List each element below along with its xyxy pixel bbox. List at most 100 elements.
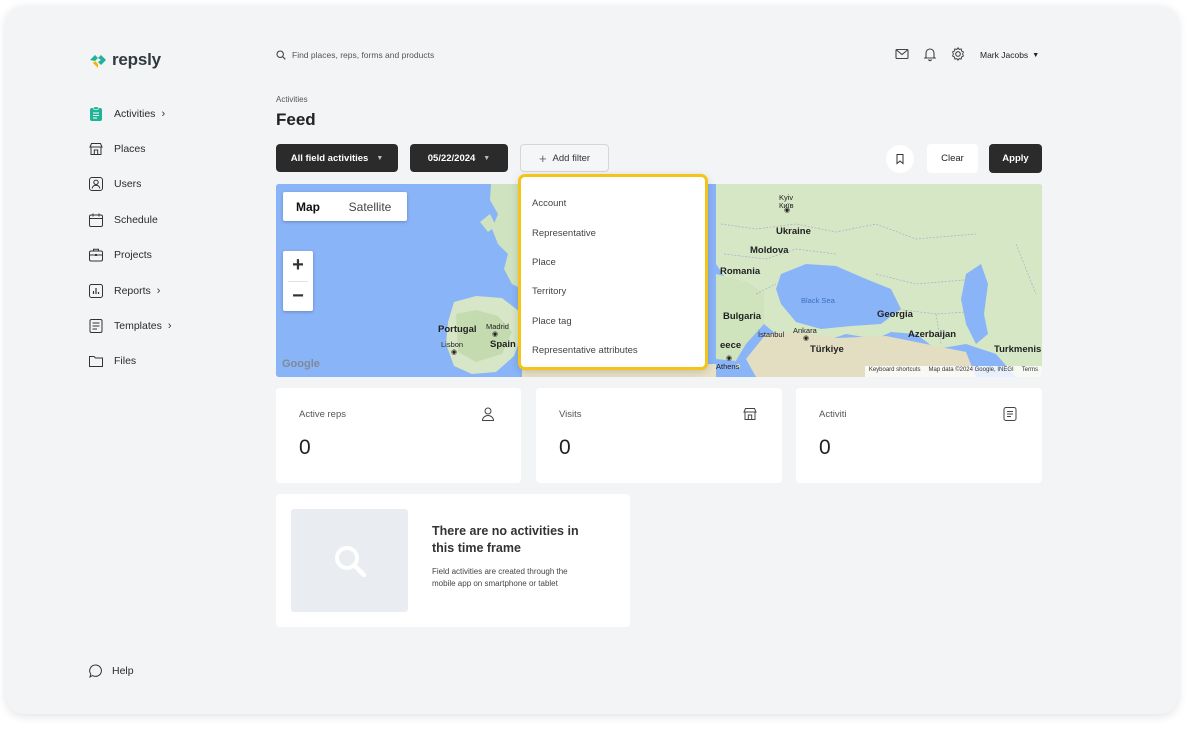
sidebar-item-templates[interactable]: Templates › bbox=[88, 308, 258, 343]
page-title: Feed bbox=[276, 110, 316, 130]
map-dot-lisbon: ◉ bbox=[451, 348, 457, 356]
sidebar-item-activities[interactable]: Activities › bbox=[88, 96, 258, 131]
help-link[interactable]: Help bbox=[88, 663, 134, 679]
sidebar-item-users[interactable]: Users bbox=[88, 167, 258, 202]
stat-label: Activiti bbox=[819, 409, 846, 420]
mail-icon[interactable] bbox=[894, 46, 910, 62]
satellite-tab[interactable]: Satellite bbox=[333, 192, 407, 221]
sidebar-nav: Activities › Places Users Schedule Pro bbox=[88, 96, 258, 379]
folder-icon bbox=[88, 353, 104, 369]
bell-icon[interactable] bbox=[922, 46, 938, 62]
map-label-bulgaria: Bulgaria bbox=[723, 311, 761, 322]
stat-card-active-reps: Active reps 0 bbox=[276, 388, 521, 483]
caret-down-icon: ▼ bbox=[483, 155, 490, 162]
chat-icon bbox=[88, 663, 104, 679]
filter-option-place[interactable]: Place bbox=[521, 248, 705, 277]
map-type-toggle: Map Satellite bbox=[283, 192, 407, 221]
app-window: repsly Find places, reps, forms and prod… bbox=[6, 6, 1178, 714]
add-filter-button[interactable]: + Add filter bbox=[520, 144, 609, 172]
sidebar-item-places[interactable]: Places bbox=[88, 131, 258, 166]
stat-label: Active reps bbox=[299, 409, 346, 420]
filter-option-place-tag[interactable]: Place tag bbox=[521, 307, 705, 336]
map-label-athens: Athens bbox=[716, 362, 739, 371]
empty-state-illustration bbox=[291, 509, 408, 612]
date-value: 05/22/2024 bbox=[428, 153, 476, 164]
filter-option-representative[interactable]: Representative bbox=[521, 218, 705, 247]
sidebar-item-label: Activities bbox=[114, 108, 155, 120]
user-menu[interactable]: Mark Jacobs ▼ bbox=[980, 50, 1039, 60]
store-icon bbox=[88, 141, 104, 157]
global-search[interactable]: Find places, reps, forms and products bbox=[276, 50, 434, 60]
magnifier-icon bbox=[330, 541, 370, 581]
chevron-right-icon: › bbox=[161, 108, 165, 120]
zoom-controls: + − bbox=[283, 251, 313, 311]
template-icon bbox=[88, 318, 104, 334]
clipboard-icon bbox=[88, 106, 104, 122]
stat-card-visits: Visits 0 bbox=[536, 388, 782, 483]
google-logo: Google bbox=[282, 358, 320, 370]
search-icon bbox=[276, 50, 286, 60]
search-input[interactable]: Find places, reps, forms and products bbox=[292, 50, 434, 60]
sidebar-item-label: Files bbox=[114, 355, 136, 367]
sidebar-item-label: Places bbox=[114, 143, 146, 155]
briefcase-icon bbox=[88, 247, 104, 263]
map-dot-kyiv: ◉ bbox=[784, 206, 790, 214]
repsly-logo[interactable]: repsly bbox=[88, 50, 161, 70]
map-dot-ankara: ◉ bbox=[803, 334, 809, 342]
chevron-right-icon: › bbox=[168, 320, 172, 332]
sidebar-item-label: Templates bbox=[114, 320, 162, 332]
sidebar-item-files[interactable]: Files bbox=[88, 344, 258, 379]
sidebar-item-label: Projects bbox=[114, 249, 152, 261]
map-label-spain: Spain bbox=[490, 339, 516, 350]
map-label-georgia: Georgia bbox=[877, 309, 913, 320]
repsly-logo-icon bbox=[88, 50, 108, 70]
breadcrumb[interactable]: Activities bbox=[276, 95, 308, 104]
stat-value: 0 bbox=[559, 436, 571, 460]
map-label-portugal: Portugal bbox=[438, 324, 477, 335]
user-icon bbox=[481, 406, 497, 422]
map-label-greece: eece bbox=[720, 340, 741, 351]
report-icon bbox=[88, 283, 104, 299]
keyboard-shortcuts-link[interactable]: Keyboard shortcuts bbox=[869, 367, 921, 376]
sidebar-item-label: Users bbox=[114, 178, 141, 190]
map-attribution: Keyboard shortcuts Map data ©2024 Google… bbox=[865, 366, 1042, 377]
gear-icon[interactable] bbox=[950, 46, 966, 62]
empty-state-text: Field activities are created through the… bbox=[432, 566, 582, 589]
stat-card-activities: Activiti 0 bbox=[796, 388, 1042, 483]
clear-button[interactable]: Clear bbox=[927, 144, 978, 173]
map-label-azerbaijan: Azerbaijan bbox=[908, 329, 956, 340]
sidebar-item-schedule[interactable]: Schedule bbox=[88, 202, 258, 237]
map-label-turkmenis: Turkmenis bbox=[994, 344, 1041, 355]
chevron-right-icon: › bbox=[157, 285, 161, 297]
brand-name: repsly bbox=[112, 50, 161, 70]
bookmark-button[interactable] bbox=[886, 145, 914, 173]
date-select[interactable]: 05/22/2024 ▼ bbox=[410, 144, 508, 172]
user-icon bbox=[88, 176, 104, 192]
add-filter-label: Add filter bbox=[553, 153, 591, 164]
activity-type-value: All field activities bbox=[291, 153, 369, 164]
zoom-in-button[interactable]: + bbox=[283, 251, 313, 281]
bookmark-icon bbox=[894, 153, 906, 165]
document-icon bbox=[1002, 406, 1018, 422]
empty-state-heading: There are no activities in this time fra… bbox=[432, 523, 602, 557]
sidebar-item-label: Schedule bbox=[114, 214, 158, 226]
activity-type-select[interactable]: All field activities ▼ bbox=[276, 144, 398, 172]
map-tab[interactable]: Map bbox=[283, 192, 333, 221]
sidebar-item-reports[interactable]: Reports › bbox=[88, 273, 258, 308]
calendar-icon bbox=[88, 212, 104, 228]
stat-label: Visits bbox=[559, 409, 582, 420]
terms-link[interactable]: Terms bbox=[1022, 367, 1038, 376]
apply-button[interactable]: Apply bbox=[989, 144, 1042, 173]
empty-state: There are no activities in this time fra… bbox=[276, 494, 630, 627]
map-label-romania: Romania bbox=[720, 266, 760, 277]
stat-value: 0 bbox=[819, 436, 831, 460]
add-filter-menu: Account Representative Place Territory P… bbox=[518, 174, 708, 370]
sidebar-item-projects[interactable]: Projects bbox=[88, 238, 258, 273]
zoom-out-button[interactable]: − bbox=[283, 282, 313, 312]
filter-option-representative-attributes[interactable]: Representative attributes bbox=[521, 336, 705, 365]
map-label-black-sea: Black Sea bbox=[801, 296, 835, 305]
filter-option-territory[interactable]: Territory bbox=[521, 277, 705, 306]
caret-down-icon: ▼ bbox=[376, 155, 383, 162]
filter-option-account[interactable]: Account bbox=[521, 189, 705, 218]
sidebar-item-label: Reports bbox=[114, 285, 151, 297]
